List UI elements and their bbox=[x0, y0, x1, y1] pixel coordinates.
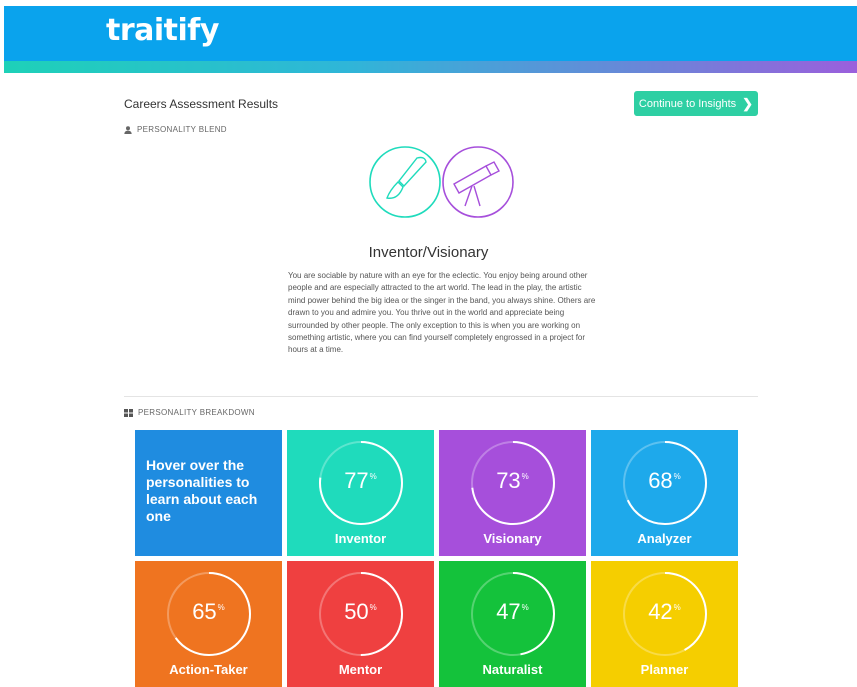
score-value: 68 bbox=[648, 468, 673, 493]
header-gradient-strip bbox=[4, 61, 857, 73]
paintbrush-icon bbox=[369, 146, 441, 218]
blend-name: Inventor/Visionary bbox=[368, 244, 489, 261]
personality-tile-action-taker[interactable]: 65% Action-Taker bbox=[135, 561, 282, 687]
score-percent: 42% bbox=[591, 599, 738, 625]
score-value: 65 bbox=[192, 599, 217, 624]
personality-blend-label: PERSONALITY BLEND bbox=[124, 125, 227, 134]
percent-sign: % bbox=[369, 472, 377, 481]
traitify-logo[interactable]: traitify bbox=[106, 13, 219, 48]
score-value: 77 bbox=[344, 468, 369, 493]
breakdown-intro-text: Hover over the personalities to learn ab… bbox=[146, 457, 258, 524]
personality-tile-mentor[interactable]: 50% Mentor bbox=[287, 561, 434, 687]
personality-tile-naturalist[interactable]: 47% Naturalist bbox=[439, 561, 586, 687]
score-percent: 73% bbox=[439, 468, 586, 494]
percent-sign: % bbox=[673, 603, 681, 612]
personality-name: Mentor bbox=[338, 662, 383, 677]
blend-icons bbox=[369, 146, 514, 218]
score-percent: 77% bbox=[287, 468, 434, 494]
chevron-right-icon: ❯ bbox=[742, 95, 754, 111]
percent-sign: % bbox=[673, 472, 681, 481]
personality-tile-analyzer[interactable]: 68% Analyzer bbox=[591, 430, 738, 556]
score-percent: 68% bbox=[591, 468, 738, 494]
score-percent: 50% bbox=[287, 599, 434, 625]
blend-description: You are sociable by nature with an eye f… bbox=[288, 271, 596, 355]
user-icon bbox=[124, 125, 132, 134]
score-percent: 47% bbox=[439, 599, 586, 625]
telescope-icon bbox=[442, 146, 514, 218]
personality-name: Inventor bbox=[334, 531, 387, 546]
continue-button-label: Continue to Insights bbox=[638, 97, 737, 110]
score-percent: 65% bbox=[135, 599, 282, 625]
personality-breakdown-label: PERSONALITY BREAKDOWN bbox=[124, 408, 255, 417]
personality-name: Visionary bbox=[483, 531, 542, 546]
score-value: 50 bbox=[344, 599, 369, 624]
personality-name: Action-Taker bbox=[169, 662, 248, 677]
score-value: 73 bbox=[496, 468, 521, 493]
header-bar: traitify bbox=[4, 6, 857, 61]
percent-sign: % bbox=[369, 603, 377, 612]
personality-tile-planner[interactable]: 42% Planner bbox=[591, 561, 738, 687]
score-value: 42 bbox=[648, 599, 673, 624]
personality-tile-visionary[interactable]: 73% Visionary bbox=[439, 430, 586, 556]
section-divider bbox=[124, 396, 758, 397]
breakdown-intro-tile: Hover over the personalities to learn ab… bbox=[135, 430, 282, 556]
percent-sign: % bbox=[521, 603, 529, 612]
personality-name: Naturalist bbox=[482, 662, 543, 677]
personality-name: Planner bbox=[640, 662, 689, 677]
continue-to-insights-button[interactable]: Continue to Insights ❯ bbox=[634, 91, 758, 116]
personality-breakdown-text: PERSONALITY BREAKDOWN bbox=[138, 408, 255, 417]
page-title: Careers Assessment Results bbox=[124, 97, 279, 111]
score-value: 47 bbox=[496, 599, 521, 624]
percent-sign: % bbox=[217, 603, 225, 612]
personality-name: Analyzer bbox=[637, 531, 692, 546]
personality-blend-text: PERSONALITY BLEND bbox=[137, 125, 227, 134]
percent-sign: % bbox=[521, 472, 529, 481]
grid-icon bbox=[124, 408, 133, 417]
personality-tile-inventor[interactable]: 77% Inventor bbox=[287, 430, 434, 556]
